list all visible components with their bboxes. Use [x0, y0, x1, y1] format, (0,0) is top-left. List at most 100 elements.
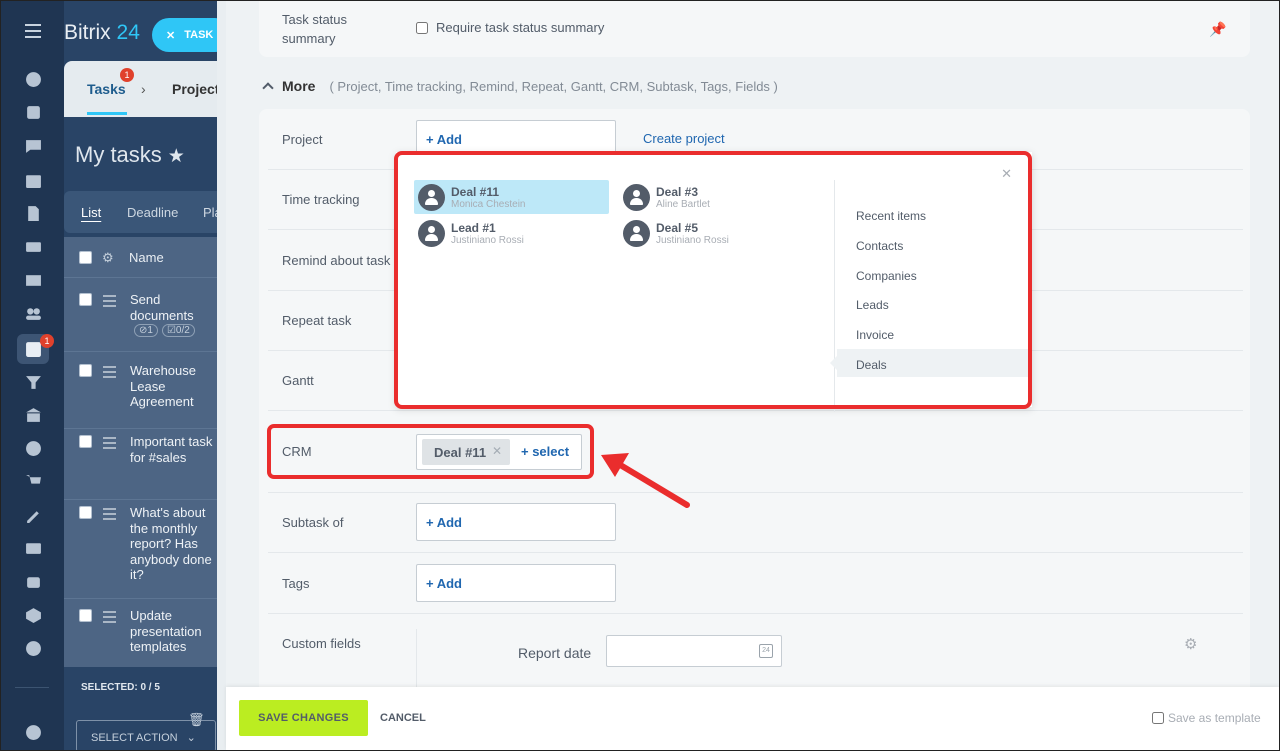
table-row[interactable]: Important task for #sales [64, 429, 226, 500]
row-checkbox[interactable] [79, 364, 92, 377]
chat-icon[interactable] [24, 137, 42, 155]
tasks-tab-badge: 1 [120, 68, 134, 82]
more-down-icon[interactable] [24, 639, 42, 657]
tags-add-link[interactable]: + Add [426, 576, 462, 591]
view-deadline[interactable]: Deadline [127, 205, 178, 220]
view-list[interactable]: List [81, 205, 101, 220]
documents-icon[interactable] [24, 204, 42, 222]
chevron-down-icon: ⌄ [186, 732, 196, 744]
checkbox[interactable] [1152, 712, 1164, 724]
rail-divider [15, 687, 49, 688]
subtask-add-link[interactable]: + Add [426, 515, 462, 530]
save-as-template-checkbox[interactable]: Save as template [1152, 711, 1261, 725]
pin-icon[interactable]: 📌 [1209, 21, 1226, 38]
tab-tasks[interactable]: Tasks [87, 81, 126, 97]
annotation-box-popup [394, 151, 1032, 409]
attachments-count: ⊘1 [134, 324, 158, 337]
divider [268, 492, 1243, 493]
project-add-link[interactable]: + Add [426, 132, 462, 147]
drag-handle-icon[interactable] [103, 611, 116, 626]
row-checkbox[interactable] [79, 609, 92, 622]
row-checkbox[interactable] [79, 435, 92, 448]
divider [268, 552, 1243, 553]
settings-gear-icon[interactable]: ⚙ [1184, 635, 1197, 653]
table-row[interactable]: Update presentation templates [64, 603, 226, 667]
drive-icon[interactable] [24, 237, 42, 255]
calendar-icon[interactable]: 24 [759, 644, 773, 658]
star-icon[interactable]: ★ [168, 146, 185, 167]
status-summary-label: Task status summary [282, 12, 348, 46]
task-title[interactable]: Important task for #sales [130, 434, 222, 465]
subtask-field[interactable]: + Add [416, 503, 616, 541]
task-title[interactable]: Update presentation templates [130, 608, 222, 655]
view-switcher: List Deadline Pla [64, 191, 226, 233]
task-title[interactable]: Send documents [130, 292, 222, 323]
chevron-right-icon: › [141, 81, 146, 97]
task-title[interactable]: Warehouse Lease Agreement [130, 363, 222, 410]
remind-label: Remind about task [282, 253, 391, 268]
slider-footer: SAVE CHANGES CANCEL Save as template [226, 687, 1279, 750]
tab-underline [87, 112, 127, 115]
chevron-up-icon [262, 82, 274, 94]
slider-edge [217, 1, 226, 750]
task-list: ⚙ Name Send documents ⊘1 ☑0/2 Warehouse L… [64, 237, 226, 667]
funnel-icon[interactable] [24, 373, 42, 391]
drag-handle-icon[interactable] [103, 295, 116, 310]
row-checkbox[interactable] [79, 293, 92, 306]
time-tracking-label: Time tracking [282, 192, 360, 207]
repeat-label: Repeat task [282, 313, 352, 328]
checkbox[interactable] [416, 21, 428, 34]
table-row[interactable]: Warehouse Lease Agreement [64, 358, 226, 429]
divider [268, 613, 1243, 614]
cart-icon[interactable] [24, 472, 42, 490]
annotation-box-crm [267, 424, 594, 479]
drag-handle-icon[interactable] [103, 366, 116, 381]
divider [268, 410, 1243, 411]
nav-tabs: Tasks 1 › Projects [64, 61, 227, 117]
logo: Bitrix 24 [64, 21, 140, 44]
column-name: Name [129, 250, 164, 265]
checklist-count: ☑0/2 [161, 324, 195, 337]
team-icon[interactable] [24, 304, 42, 322]
menu-icon[interactable] [25, 24, 41, 38]
bank-icon[interactable] [24, 406, 42, 424]
news-icon[interactable] [24, 103, 42, 121]
sign-icon[interactable] [24, 506, 42, 524]
annotation-arrow [601, 453, 690, 508]
table-row[interactable]: Send documents ⊘1 ☑0/2 [64, 287, 226, 352]
gantt-label: Gantt [282, 373, 314, 388]
subtask-label: Subtask of [282, 515, 344, 530]
target-icon[interactable] [24, 439, 42, 457]
left-icon-rail: 1 [1, 1, 64, 750]
gear-icon[interactable]: ⚙ [102, 250, 114, 266]
create-project-link[interactable]: Create project [643, 131, 725, 146]
trash-icon[interactable]: 🗑 [188, 712, 205, 728]
require-summary-checkbox[interactable]: Require task status summary [416, 20, 604, 35]
drag-handle-icon[interactable] [103, 508, 116, 523]
cube-icon[interactable] [24, 606, 42, 624]
save-changes-button[interactable]: SAVE CHANGES [239, 700, 368, 736]
drag-handle-icon[interactable] [103, 437, 116, 452]
custom-fields-label: Custom fields [282, 636, 361, 651]
task-meta: ⊘1 ☑0/2 [134, 324, 199, 337]
report-date-input[interactable]: 24 [606, 635, 782, 667]
cancel-button[interactable]: CANCEL [380, 712, 426, 724]
contact-card-icon[interactable] [24, 539, 42, 557]
list-header: ⚙ Name [64, 237, 226, 278]
select-all-checkbox[interactable] [79, 251, 92, 264]
robot-icon[interactable] [24, 572, 42, 590]
project-label: Project [282, 132, 323, 147]
mail-icon[interactable] [24, 271, 42, 289]
tags-label: Tags [282, 576, 310, 591]
selected-count: SELECTED: 0 / 5 [81, 682, 160, 693]
status-summary-card: Task status summary Require task status … [259, 1, 1250, 57]
background-tasks-app: Bitrix 24 ✕ TASK Tasks 1 › Projects My ta… [64, 1, 232, 750]
help-icon[interactable] [24, 723, 42, 741]
task-title[interactable]: What's about the monthly report? Has any… [130, 505, 222, 583]
calendar-icon[interactable] [24, 171, 42, 189]
feed-icon[interactable] [24, 70, 42, 88]
row-checkbox[interactable] [79, 506, 92, 519]
tags-field[interactable]: + Add [416, 564, 616, 602]
more-section-toggle[interactable]: More( Project, Time tracking, Remind, Re… [262, 78, 778, 94]
table-row[interactable]: What's about the monthly report? Has any… [64, 500, 226, 599]
